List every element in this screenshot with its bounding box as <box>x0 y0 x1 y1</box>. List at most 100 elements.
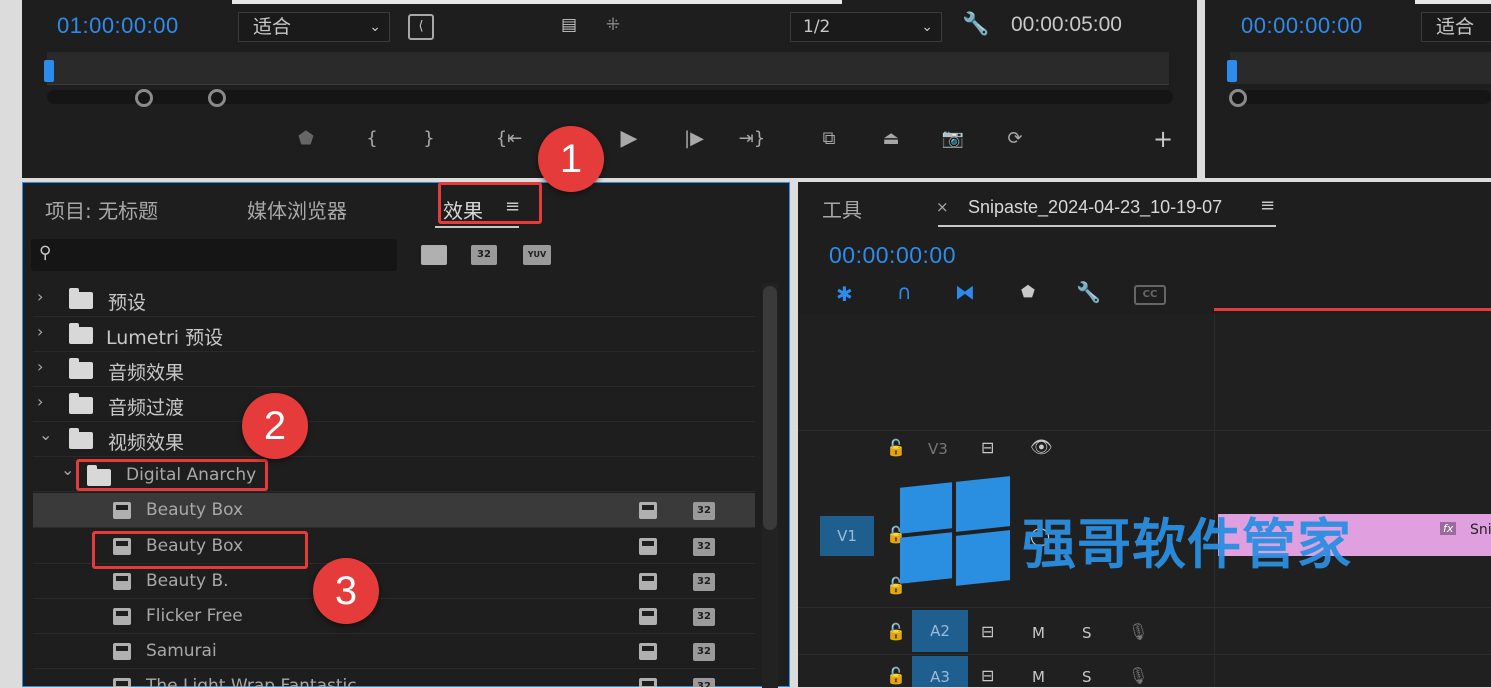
track-label-v3[interactable]: V3 <box>928 440 948 458</box>
solo-button[interactable]: S <box>1082 668 1092 686</box>
hamburger-menu-icon[interactable]: ≡ <box>1260 195 1275 216</box>
list-item-beauty-b[interactable]: Beauty B. 32 <box>33 564 755 599</box>
list-item-lumetri-presets[interactable]: › Lumetri 预设 <box>33 317 755 352</box>
work-area-bar[interactable] <box>1214 308 1491 311</box>
program-zoom-bar[interactable] <box>1230 90 1491 104</box>
list-item-samurai[interactable]: Samurai 32 <box>33 634 755 669</box>
lock-icon[interactable]: 🔓 <box>886 438 906 457</box>
audio-waveform-icon[interactable]: ⁜ <box>598 12 628 38</box>
wrench-icon[interactable]: 🔧 <box>962 12 990 38</box>
tab-sequence[interactable]: Snipaste_2024-04-23_10-19-07 <box>968 197 1222 218</box>
list-item-audio-transitions[interactable]: › 音频过渡 <box>33 387 755 422</box>
a2-target-button[interactable]: A2 <box>912 610 968 652</box>
zoom-handle-left[interactable] <box>135 89 153 107</box>
play-icon[interactable]: ▶ <box>612 124 646 154</box>
sync-lock-icon[interactable]: ⊟ <box>981 622 994 641</box>
lock-icon[interactable]: 🔓 <box>886 666 906 685</box>
clip-fx-badge: fx <box>1440 522 1457 535</box>
program-monitor: 00:00:00:00 适合 <box>1205 0 1491 178</box>
resolution-select-value: 1/2 <box>803 17 831 37</box>
a3-target-button[interactable]: A3 <box>912 656 968 687</box>
insert-clip-icon[interactable]: ⧉ <box>812 124 846 154</box>
effect-icon <box>113 573 131 590</box>
eye-icon[interactable]: 👁 <box>1030 437 1053 458</box>
solo-button[interactable]: S <box>1082 624 1092 642</box>
close-icon[interactable]: × <box>936 198 949 216</box>
timeline-panel: 工具 × Snipaste_2024-04-23_10-19-07 ≡ 00:0… <box>798 182 1491 687</box>
playhead-marker[interactable] <box>1227 60 1237 82</box>
snap-magnet-icon[interactable]: ∩ <box>897 280 912 304</box>
zoom-handle-left[interactable] <box>1229 89 1247 107</box>
step-forward-icon[interactable]: |▶ <box>677 124 711 154</box>
effect-icon <box>113 678 131 687</box>
add-marker-icon[interactable]: ⬟ <box>1021 282 1035 301</box>
accelerated-effects-filter-icon[interactable] <box>421 245 447 265</box>
camera-icon[interactable]: 📷 <box>936 124 970 154</box>
fit-select[interactable]: 适合 ⌄ <box>238 12 390 42</box>
list-item-video-effects[interactable]: ⌄ 视频效果 <box>33 422 755 457</box>
playhead-marker[interactable] <box>44 60 54 82</box>
insert-icon[interactable]: ⟨ <box>408 14 434 40</box>
sequence-timecode[interactable]: 00:00:00:00 <box>829 242 956 269</box>
track-label-a2: A2 <box>930 622 950 640</box>
list-item-light-wrap[interactable]: The Light Wrap Fantastic 32 <box>33 669 755 687</box>
folder-icon <box>69 358 93 379</box>
film-icon[interactable]: ▤ <box>556 12 582 38</box>
program-timecode[interactable]: 00:00:00:00 <box>1241 13 1363 39</box>
go-to-out-icon[interactable]: ⇥} <box>735 124 769 154</box>
sync-lock-icon[interactable]: ⊟ <box>981 666 994 685</box>
linked-selection-icon[interactable]: ⧓ <box>955 280 975 304</box>
search-input[interactable]: ⚲ <box>31 239 397 271</box>
active-tab-underline <box>938 225 1276 227</box>
mute-button[interactable]: M <box>1032 624 1045 642</box>
chevron-down-icon: ⌄ <box>921 19 933 35</box>
nest-sequence-icon[interactable]: ✱ <box>836 282 853 306</box>
overwrite-clip-icon[interactable]: ⏏ <box>874 124 908 154</box>
mute-button[interactable]: M <box>1032 668 1045 686</box>
source-monitor: 01:00:00:00 适合 ⌄ ⟨ ▤ ⁜ 1/2 ⌄ 🔧 00:00:05:… <box>22 0 1197 178</box>
captions-icon[interactable]: CC <box>1134 285 1166 305</box>
sync-lock-icon[interactable]: ⊟ <box>981 438 994 457</box>
list-item-presets[interactable]: › 预设 <box>33 282 755 317</box>
tree-label: 预设 <box>108 292 147 314</box>
program-fit-select[interactable]: 适合 <box>1421 12 1491 42</box>
scrollbar-thumb[interactable] <box>763 286 777 530</box>
chevron-right-icon: › <box>37 322 44 341</box>
tab-tools[interactable]: 工具 <box>822 194 862 223</box>
mark-in-icon[interactable]: { <box>355 124 389 154</box>
yuv-filter-icon[interactable]: YUV <box>523 245 551 265</box>
list-item-beauty-box-selected[interactable]: Beauty Box 32 <box>33 493 755 528</box>
microphone-icon[interactable]: 🎙 <box>1128 666 1148 685</box>
32bit-icon: 32 <box>693 538 715 556</box>
tab-media-browser[interactable]: 媒体浏览器 <box>247 195 347 224</box>
add-button-icon[interactable]: + <box>1146 124 1180 154</box>
program-ruler[interactable] <box>1230 52 1491 84</box>
list-item-audio-effects[interactable]: › 音频效果 <box>33 352 755 387</box>
go-to-in-icon[interactable]: {⇤ <box>492 124 526 154</box>
list-item-flicker-free[interactable]: Flicker Free 32 <box>33 599 755 634</box>
mark-out-icon[interactable]: } <box>412 124 446 154</box>
tree-label: 音频过渡 <box>108 397 185 419</box>
resolution-select[interactable]: 1/2 ⌄ <box>790 12 942 42</box>
program-fit-select-value: 适合 <box>1436 16 1475 38</box>
export-frame-icon[interactable]: ⟳ <box>998 124 1032 154</box>
chevron-right-icon: › <box>37 287 44 306</box>
wrench-icon[interactable]: 🔧 <box>1076 280 1101 304</box>
lock-icon[interactable]: 🔓 <box>886 622 906 641</box>
tree-label: Flicker Free <box>146 606 243 626</box>
active-tab-underline <box>435 226 519 228</box>
source-timecode[interactable]: 01:00:00:00 <box>57 13 179 39</box>
accelerated-effect-icon <box>639 643 657 660</box>
v1-target-button[interactable]: V1 <box>820 516 874 556</box>
microphone-icon[interactable]: 🎙 <box>1128 622 1148 641</box>
time-ruler[interactable] <box>47 52 1169 85</box>
32bit-icon: 32 <box>693 643 715 661</box>
add-marker-icon[interactable]: ⬟ <box>289 124 323 154</box>
callout-2: 2 <box>242 393 308 459</box>
32bit-icon: 32 <box>693 678 715 687</box>
tab-project[interactable]: 项目: 无标题 <box>45 195 158 224</box>
32bit-filter-icon[interactable]: 32 <box>471 245 497 265</box>
chevron-down-icon: ⌄ <box>61 460 75 479</box>
32bit-icon: 32 <box>693 608 715 626</box>
zoom-handle-right[interactable] <box>208 89 226 107</box>
